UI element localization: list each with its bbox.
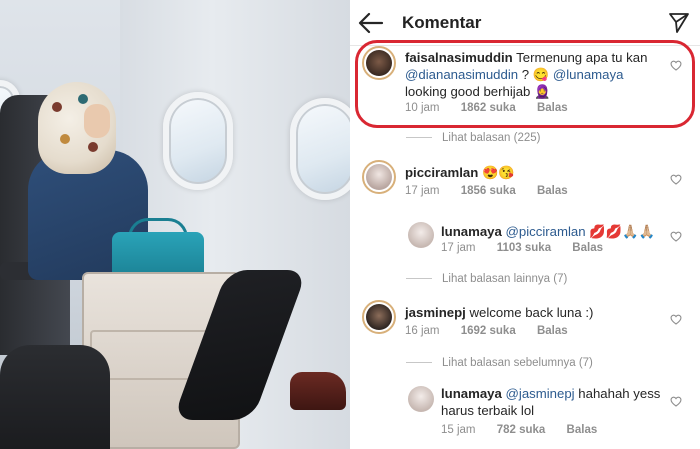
paper-plane-icon[interactable] [668, 12, 690, 34]
like-count[interactable]: 1862 suka [461, 102, 516, 114]
comment-text: lunamaya @jasminepj hahahah yess harus t… [441, 386, 661, 418]
page-title: Komentar [402, 13, 482, 32]
post-photo [0, 0, 350, 449]
comment-time: 10 jam [405, 102, 440, 114]
comment-username[interactable]: jasminepj [405, 305, 466, 320]
comment-username[interactable]: faisalnasimuddin [405, 50, 513, 65]
comment-meta: 17 jam 1856 suka Balas [405, 185, 586, 197]
comment-time: 17 jam [405, 185, 440, 197]
comment-text: jasminepj welcome back luna :) [405, 305, 594, 320]
view-replies-link[interactable]: Lihat balasan sebelumnya (7) [406, 357, 593, 369]
avatar[interactable] [362, 300, 396, 334]
reply-button[interactable]: Balas [572, 242, 603, 254]
mention-link[interactable]: @lunamaya [553, 67, 624, 82]
comment-meta: 16 jam 1692 suka Balas [405, 325, 586, 337]
comment-meta: 10 jam 1862 suka Balas [405, 102, 586, 114]
reply-button[interactable]: Balas [537, 102, 568, 114]
front-seat [0, 345, 110, 449]
comment-text: faisalnasimuddin Termenung apa tu kan @d… [405, 50, 648, 99]
comment-username[interactable]: picciramlan [405, 165, 478, 180]
arrow-left-icon[interactable] [358, 11, 384, 35]
mention-link[interactable]: @jasminepj [506, 386, 575, 401]
reply-button[interactable]: Balas [537, 325, 568, 337]
comment-time: 17 jam [441, 242, 476, 254]
comment-username[interactable]: lunamaya [441, 386, 502, 401]
airplane-window [163, 92, 233, 190]
like-count[interactable]: 782 suka [497, 424, 546, 436]
boot [290, 372, 346, 410]
comment-text: picciramlan 😍😘 [405, 165, 515, 180]
face [84, 104, 110, 138]
reply-button[interactable]: Balas [537, 185, 568, 197]
avatar[interactable] [408, 222, 434, 248]
heart-icon[interactable] [670, 174, 682, 185]
comment-meta: 17 jam 1103 suka Balas [441, 242, 621, 254]
view-replies-link[interactable]: Lihat balasan (225) [406, 132, 540, 144]
mention-link[interactable]: @diananasimuddin [405, 67, 518, 82]
comment-time: 15 jam [441, 424, 476, 436]
heart-icon[interactable] [670, 231, 682, 242]
heart-icon[interactable] [670, 396, 682, 407]
airplane-window [290, 98, 350, 200]
comment-text: lunamaya @picciramlan 💋💋🙏🏼🙏🏼 [441, 224, 655, 239]
comment-username[interactable]: lunamaya [441, 224, 502, 239]
reply-button[interactable]: Balas [567, 424, 598, 436]
like-count[interactable]: 1856 suka [461, 185, 516, 197]
comment-meta: 15 jam 782 suka Balas [441, 424, 615, 436]
heart-icon[interactable] [670, 314, 682, 325]
avatar[interactable] [362, 46, 396, 80]
avatar[interactable] [362, 160, 396, 194]
like-count[interactable]: 1103 suka [497, 242, 551, 254]
comment-time: 16 jam [405, 325, 440, 337]
heart-icon[interactable] [670, 60, 682, 71]
avatar[interactable] [408, 386, 434, 412]
comments-panel: Komentar faisalnasimuddin Termenung apa … [350, 0, 700, 449]
view-replies-link[interactable]: Lihat balasan lainnya (7) [406, 273, 567, 285]
mention-link[interactable]: @picciramlan [506, 224, 586, 239]
like-count[interactable]: 1692 suka [461, 325, 516, 337]
